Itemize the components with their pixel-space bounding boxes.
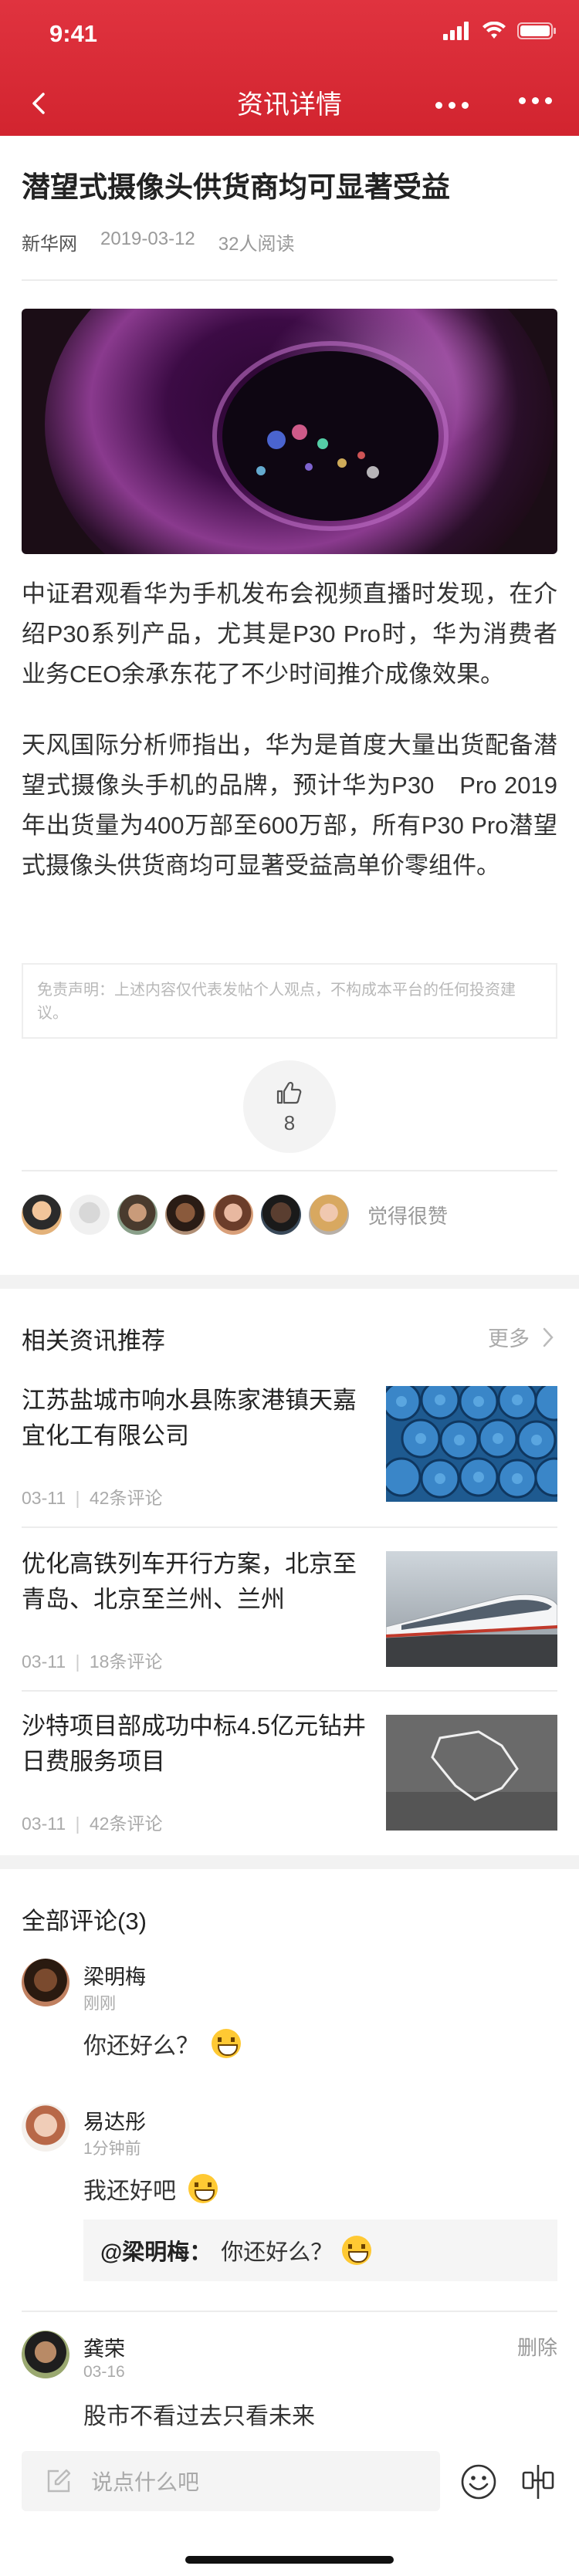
comment-text-body: 你还好么？: [83, 2033, 199, 2059]
signal-icon: [443, 22, 469, 40]
comment-time: 03-16: [83, 2363, 125, 2381]
likers-text: 觉得很赞: [367, 1204, 449, 1228]
divider: [22, 279, 557, 281]
home-indicator: [185, 2556, 394, 2564]
more-label: 更多: [488, 1327, 530, 1351]
comment-author[interactable]: 龚荣: [83, 2332, 125, 2362]
article-paragraph: 中证君观看华为手机发布会视频直播时发现，在介绍P30系列产品，尤其是P30 Pr…: [22, 580, 557, 688]
comment-text-body: 股市不看过去只看未来: [83, 2404, 315, 2429]
comment-time: 刚刚: [83, 1995, 116, 2013]
menu-dots-icon[interactable]: [519, 97, 552, 104]
news-comments: 18条评论: [89, 1651, 163, 1672]
news-thumbnail[interactable]: [386, 1551, 557, 1667]
wifi-icon: [482, 22, 506, 39]
status-time: 9:41: [49, 20, 98, 47]
disclaimer: 免责声明：上述内容仅代表发帖个人观点，不构成本平台的任何投资建议。: [22, 963, 557, 1039]
avatar[interactable]: [213, 1195, 253, 1235]
comment-author[interactable]: 易达彤: [83, 2105, 146, 2135]
comments-section-title: 全部评论(3): [22, 1908, 147, 1935]
avatar[interactable]: [22, 1959, 69, 2006]
article-hero-image: [22, 309, 557, 554]
news-item-meta: 03-11 | 42条评论: [22, 1488, 163, 1508]
comment-text: 你还好么？: [83, 2027, 241, 2060]
news-thumbnail[interactable]: [386, 1715, 557, 1831]
section-separator: [0, 1275, 579, 1289]
news-date: 03-11: [22, 1814, 66, 1834]
header: 9:41 资讯详情: [0, 0, 579, 136]
quoted-author[interactable]: @梁明梅：: [100, 2234, 212, 2267]
article-reads: 32人阅读: [218, 234, 295, 255]
news-item-meta: 03-11 | 18条评论: [22, 1651, 163, 1672]
news-item-meta: 03-11 | 42条评论: [22, 1814, 163, 1834]
grinning-emoji-icon: [342, 2236, 372, 2265]
comment-text: 我还好吧: [83, 2172, 218, 2206]
nav-bar: 资讯详情: [0, 68, 579, 136]
more-dots-icon[interactable]: [435, 102, 469, 109]
chevron-right-icon: [543, 1327, 554, 1347]
avatar[interactable]: [117, 1195, 157, 1235]
news-date: 03-11: [22, 1651, 66, 1672]
emoji-icon[interactable]: [460, 2463, 497, 2500]
more-link[interactable]: 更多: [488, 1322, 554, 1352]
comment-input[interactable]: 说点什么吧: [22, 2451, 440, 2511]
divider: [22, 1526, 557, 1528]
bottom-bar: 说点什么吧: [0, 2431, 579, 2576]
thumbs-up-icon: [276, 1081, 302, 1104]
like-button[interactable]: 8: [243, 1060, 336, 1153]
article-source[interactable]: 新华网: [22, 228, 77, 255]
avatar[interactable]: [309, 1195, 349, 1235]
liker-avatars: 觉得很赞: [22, 1195, 448, 1235]
comment-input-placeholder: 说点什么吧: [91, 2470, 200, 2494]
status-icons: [443, 22, 557, 40]
comment-time: 1分钟前: [83, 2140, 141, 2158]
divider: [22, 1690, 557, 1692]
section-separator: [0, 1855, 579, 1869]
article-title: 潜望式摄像头供货商均可显著受益: [22, 171, 450, 203]
share-icon[interactable]: [519, 2462, 557, 2502]
news-date: 03-11: [22, 1488, 66, 1508]
avatar[interactable]: [261, 1195, 301, 1235]
nav-title: 资讯详情: [237, 90, 342, 120]
news-item-title[interactable]: 优化高铁列车开行方案，北京至青岛、北京至兰州、兰州: [22, 1547, 377, 1618]
related-section-title: 相关资讯推荐: [22, 1327, 165, 1354]
avatar[interactable]: [69, 1195, 110, 1235]
news-comments: 42条评论: [89, 1814, 163, 1834]
avatar[interactable]: [22, 2331, 69, 2378]
battery-icon: [517, 22, 556, 39]
news-comments: 42条评论: [89, 1488, 163, 1508]
grinning-emoji-icon: [212, 2029, 241, 2058]
like-count: 8: [283, 1111, 296, 1134]
delete-button[interactable]: 删除: [517, 2332, 557, 2361]
grinning-emoji-icon: [188, 2174, 218, 2203]
edit-icon: [47, 2469, 71, 2493]
status-bar: 9:41: [0, 0, 579, 68]
news-item-title[interactable]: 江苏盐城市响水县陈家港镇天嘉宜化工有限公司: [22, 1383, 377, 1454]
article-date: 2019-03-12: [100, 228, 195, 249]
news-item-title[interactable]: 沙特项目部成功中标4.5亿元钻井日费服务项目: [22, 1709, 377, 1780]
avatar[interactable]: [165, 1195, 205, 1235]
news-thumbnail[interactable]: [386, 1386, 557, 1502]
avatar[interactable]: [22, 2104, 69, 2152]
divider: [22, 1170, 557, 1171]
comment-text-body: 我还好吧: [83, 2179, 176, 2204]
quoted-text: 你还好么？: [221, 2240, 334, 2265]
divider: [22, 2311, 557, 2312]
article-meta: 新华网 2019-03-12 32人阅读: [22, 228, 294, 255]
avatar[interactable]: [22, 1195, 62, 1235]
comment-text: 股市不看过去只看未来: [83, 2397, 315, 2431]
quoted-reply: @梁明梅： 你还好么？: [83, 2219, 557, 2281]
comment-author[interactable]: 梁明梅: [83, 1960, 146, 1990]
article-paragraph: 天风国际分析师指出，华为是首度大量出货配备潜望式摄像头手机的品牌，预计华为P30…: [22, 732, 557, 879]
